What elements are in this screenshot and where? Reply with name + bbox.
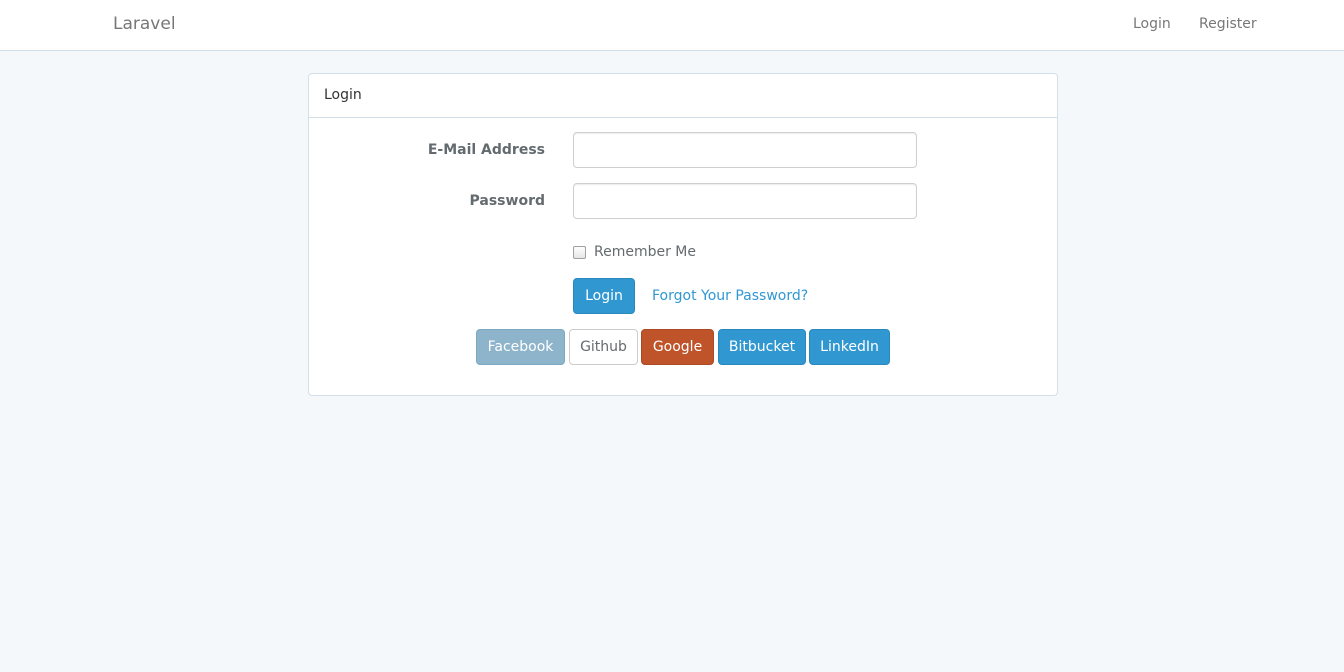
- linkedin-login-button[interactable]: LinkedIn: [809, 329, 890, 365]
- login-button[interactable]: Login: [573, 278, 635, 314]
- remember-me-row: Remember Me: [573, 244, 696, 260]
- nav-register-link[interactable]: Register: [1199, 16, 1257, 32]
- navbar: Laravel Login Register: [0, 0, 1344, 51]
- remember-me-checkbox[interactable]: [573, 245, 586, 259]
- github-login-button[interactable]: Github: [569, 329, 638, 365]
- password-label: Password: [469, 193, 545, 209]
- login-panel: Login E-Mail Address Password Remember M…: [308, 73, 1058, 396]
- brand-link[interactable]: Laravel: [113, 14, 176, 34]
- panel-heading: Login: [309, 74, 1057, 118]
- password-input[interactable]: [573, 183, 917, 219]
- nav-login-link[interactable]: Login: [1133, 16, 1171, 32]
- email-input[interactable]: [573, 132, 917, 168]
- google-login-button[interactable]: Google: [641, 329, 714, 365]
- remember-me-label[interactable]: Remember Me: [594, 244, 696, 260]
- forgot-password-link[interactable]: Forgot Your Password?: [652, 288, 808, 304]
- facebook-login-button[interactable]: Facebook: [476, 329, 565, 365]
- bitbucket-login-button[interactable]: Bitbucket: [718, 329, 806, 365]
- email-label: E-Mail Address: [427, 142, 545, 158]
